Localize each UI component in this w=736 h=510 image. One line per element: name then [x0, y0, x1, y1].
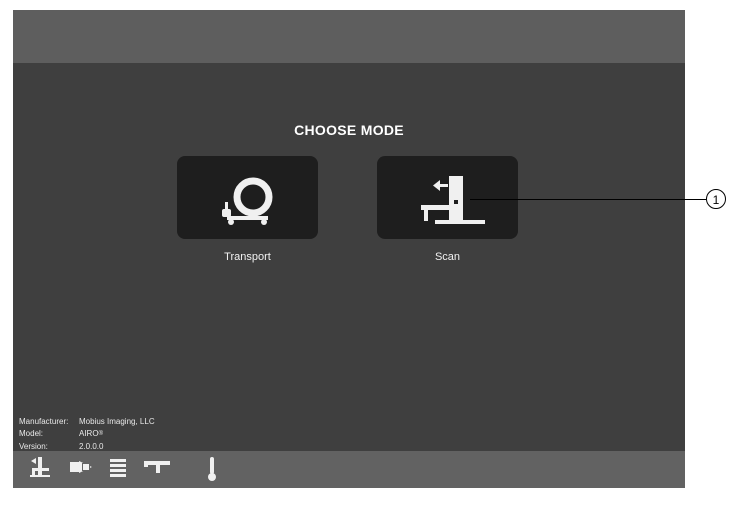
model-info: Model: AIRO® — [19, 429, 103, 439]
battery-stack-icon — [110, 459, 126, 477]
laser-icon — [144, 461, 170, 473]
model-label: Model: — [19, 429, 44, 438]
manufacturer-value: Mobius Imaging, LLC — [79, 417, 155, 426]
transfer-icon — [70, 461, 92, 473]
registered-mark: ® — [98, 431, 103, 437]
manufacturer-label: Manufacturer: — [19, 417, 69, 426]
version-value: 2.0.0.0 — [79, 442, 104, 451]
transport-gantry-icon — [222, 177, 273, 225]
manufacturer-info: Manufacturer: Mobius Imaging, LLC — [19, 417, 155, 427]
top-bar — [13, 10, 685, 63]
callout-line — [470, 199, 706, 200]
scan-mode-button[interactable] — [377, 156, 518, 239]
scan-gantry-icon — [421, 176, 485, 224]
model-value: AIRO — [79, 429, 99, 438]
scan-mode-label: Scan — [434, 251, 461, 263]
screen: CHOOSE MODE Transport Scan Manufacturer:… — [13, 10, 685, 488]
callout-number: 1 — [706, 189, 726, 209]
page-title: CHOOSE MODE — [294, 122, 404, 138]
thermometer-icon — [208, 457, 216, 481]
table-position-icon — [30, 457, 50, 477]
transport-mode-label: Transport — [224, 251, 271, 263]
transport-mode-button[interactable] — [177, 156, 318, 239]
